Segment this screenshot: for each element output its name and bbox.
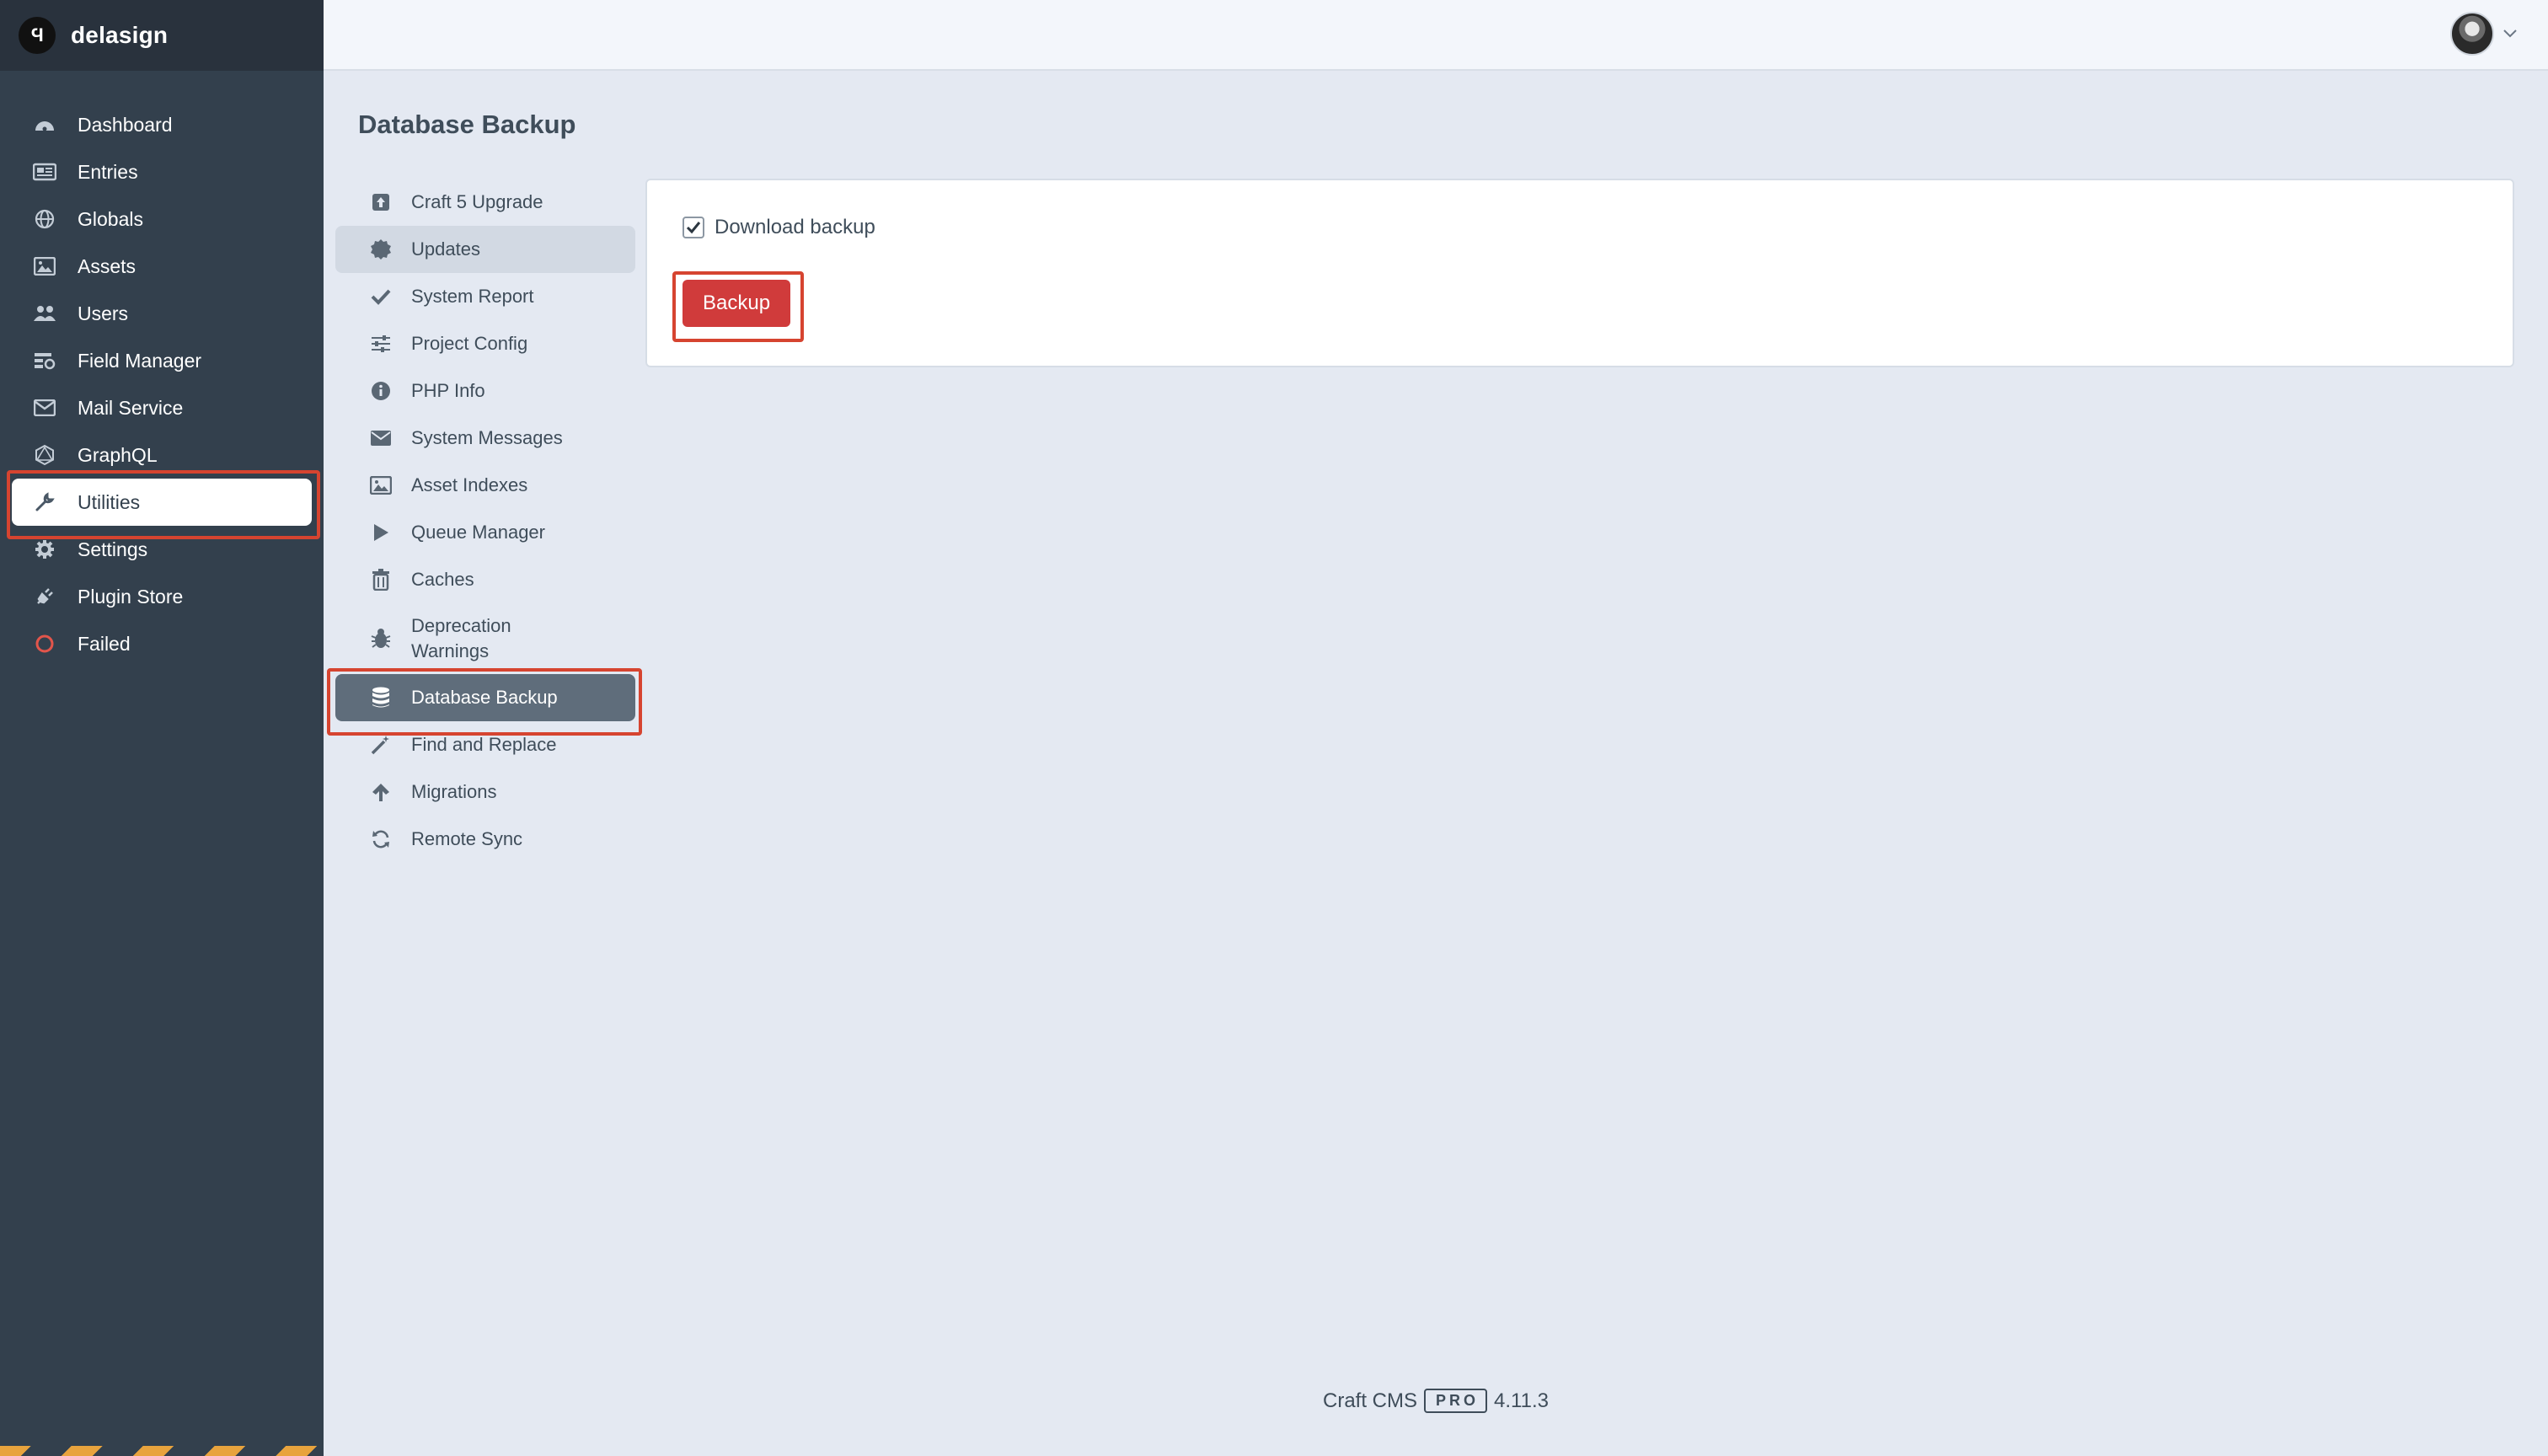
globe-icon bbox=[32, 207, 57, 231]
wrench-icon bbox=[32, 490, 57, 514]
nav-item-globals[interactable]: Globals bbox=[0, 195, 324, 243]
site-header[interactable]: Ϥ delasign bbox=[0, 0, 324, 71]
field-manager-icon bbox=[32, 349, 57, 372]
util-label: System Report bbox=[411, 286, 534, 307]
util-label: Updates bbox=[411, 238, 480, 260]
util-label: Caches bbox=[411, 569, 474, 590]
wand-icon bbox=[369, 733, 393, 757]
info-icon bbox=[369, 379, 393, 403]
util-label: Project Config bbox=[411, 333, 528, 354]
top-bar bbox=[324, 0, 2548, 71]
avatar[interactable] bbox=[2450, 12, 2494, 56]
global-sidebar: Ϥ delasign Dashboard Entries Globals Ass… bbox=[0, 0, 324, 1456]
util-label: Remote Sync bbox=[411, 828, 523, 849]
nav-label: Field Manager bbox=[78, 349, 202, 372]
nav-item-failed[interactable]: Failed bbox=[0, 620, 324, 667]
global-nav: Dashboard Entries Globals Assets Users F… bbox=[0, 101, 324, 667]
database-icon bbox=[369, 686, 393, 709]
nav-label: Failed bbox=[78, 632, 131, 655]
util-item-queue-manager[interactable]: Queue Manager bbox=[335, 509, 635, 556]
arrow-up-icon bbox=[369, 780, 393, 804]
backup-button[interactable]: Backup bbox=[682, 280, 791, 327]
util-item-remote-sync[interactable]: Remote Sync bbox=[335, 816, 635, 863]
download-backup-label: Download backup bbox=[715, 216, 875, 238]
nav-item-dashboard[interactable]: Dashboard bbox=[0, 101, 324, 148]
util-label: Craft 5 Upgrade bbox=[411, 191, 543, 212]
sliders-icon bbox=[369, 332, 393, 356]
util-item-craft5-upgrade[interactable]: Craft 5 Upgrade bbox=[335, 179, 635, 226]
nav-item-plugin-store[interactable]: Plugin Store bbox=[0, 573, 324, 620]
nav-label: Users bbox=[78, 302, 129, 324]
account-menu[interactable] bbox=[2450, 12, 2518, 56]
nav-label: Entries bbox=[78, 160, 138, 183]
nav-label: Dashboard bbox=[78, 113, 173, 136]
util-item-asset-indexes[interactable]: Asset Indexes bbox=[335, 462, 635, 509]
util-label: Find and Replace bbox=[411, 734, 557, 755]
nav-item-field-manager[interactable]: Field Manager bbox=[0, 337, 324, 384]
nav-item-assets[interactable]: Assets bbox=[0, 243, 324, 290]
failed-circle-icon bbox=[32, 632, 57, 656]
util-item-system-report[interactable]: System Report bbox=[335, 273, 635, 320]
util-item-php-info[interactable]: PHP Info bbox=[335, 367, 635, 415]
util-item-system-messages[interactable]: System Messages bbox=[335, 415, 635, 462]
footer-version: 4.11.3 bbox=[1494, 1389, 1549, 1412]
nav-label: Plugin Store bbox=[78, 585, 184, 608]
nav-label: Globals bbox=[78, 207, 143, 230]
users-icon bbox=[32, 302, 57, 325]
play-icon bbox=[369, 521, 393, 544]
nav-label: Utilities bbox=[78, 490, 141, 513]
dev-mode-stripe bbox=[0, 1446, 324, 1456]
util-label: Deprecation Warnings bbox=[411, 615, 511, 661]
newspaper-icon bbox=[32, 160, 57, 184]
footer-product: Craft CMS bbox=[1323, 1389, 1418, 1412]
nav-label: Assets bbox=[78, 254, 136, 277]
util-item-migrations[interactable]: Migrations bbox=[335, 768, 635, 816]
gear-icon bbox=[32, 538, 57, 561]
site-logo: Ϥ bbox=[19, 17, 56, 54]
image-icon bbox=[369, 474, 393, 497]
sync-icon bbox=[369, 827, 393, 851]
envelope-icon bbox=[369, 426, 393, 450]
utilities-nav: Craft 5 Upgrade Updates System Report Pr… bbox=[335, 179, 635, 863]
bug-icon bbox=[369, 627, 393, 650]
graphql-icon bbox=[32, 443, 57, 467]
nav-item-users[interactable]: Users bbox=[0, 290, 324, 337]
gauge-icon bbox=[32, 113, 57, 136]
envelope-icon bbox=[32, 396, 57, 420]
nav-label: Settings bbox=[78, 538, 148, 560]
download-backup-option[interactable]: Download backup bbox=[682, 216, 875, 239]
check-icon bbox=[369, 285, 393, 308]
nav-label: Mail Service bbox=[78, 396, 184, 419]
util-label: Migrations bbox=[411, 781, 497, 802]
nav-item-utilities[interactable]: Utilities bbox=[12, 479, 312, 526]
site-name: delasign bbox=[71, 22, 169, 48]
download-backup-checkbox[interactable] bbox=[682, 217, 704, 238]
trash-icon bbox=[369, 568, 393, 592]
util-label: Asset Indexes bbox=[411, 474, 528, 495]
util-item-updates[interactable]: Updates bbox=[335, 226, 635, 273]
util-label: Database Backup bbox=[411, 687, 558, 708]
badge-icon bbox=[369, 238, 393, 261]
backup-pane: Download backup Backup bbox=[645, 179, 2514, 367]
util-item-database-backup[interactable]: Database Backup bbox=[335, 674, 635, 721]
image-icon bbox=[32, 254, 57, 278]
page-title: Database Backup bbox=[358, 110, 576, 139]
plug-icon bbox=[32, 585, 57, 608]
nav-item-graphql[interactable]: GraphQL bbox=[0, 431, 324, 479]
util-item-project-config[interactable]: Project Config bbox=[335, 320, 635, 367]
util-label: Queue Manager bbox=[411, 522, 545, 543]
util-item-caches[interactable]: Caches bbox=[335, 556, 635, 603]
util-label: PHP Info bbox=[411, 380, 485, 401]
util-label: System Messages bbox=[411, 427, 563, 448]
nav-item-entries[interactable]: Entries bbox=[0, 148, 324, 195]
chevron-down-icon bbox=[2502, 25, 2518, 43]
edition-badge[interactable]: PRO bbox=[1424, 1389, 1488, 1413]
nav-label: GraphQL bbox=[78, 443, 158, 466]
footer: Craft CMS PRO 4.11.3 bbox=[0, 1389, 2548, 1413]
upload-icon bbox=[369, 190, 393, 214]
util-item-find-and-replace[interactable]: Find and Replace bbox=[335, 721, 635, 768]
nav-item-settings[interactable]: Settings bbox=[0, 526, 324, 573]
nav-item-mail-service[interactable]: Mail Service bbox=[0, 384, 324, 431]
util-item-deprecation-warnings[interactable]: Deprecation Warnings bbox=[335, 603, 635, 674]
